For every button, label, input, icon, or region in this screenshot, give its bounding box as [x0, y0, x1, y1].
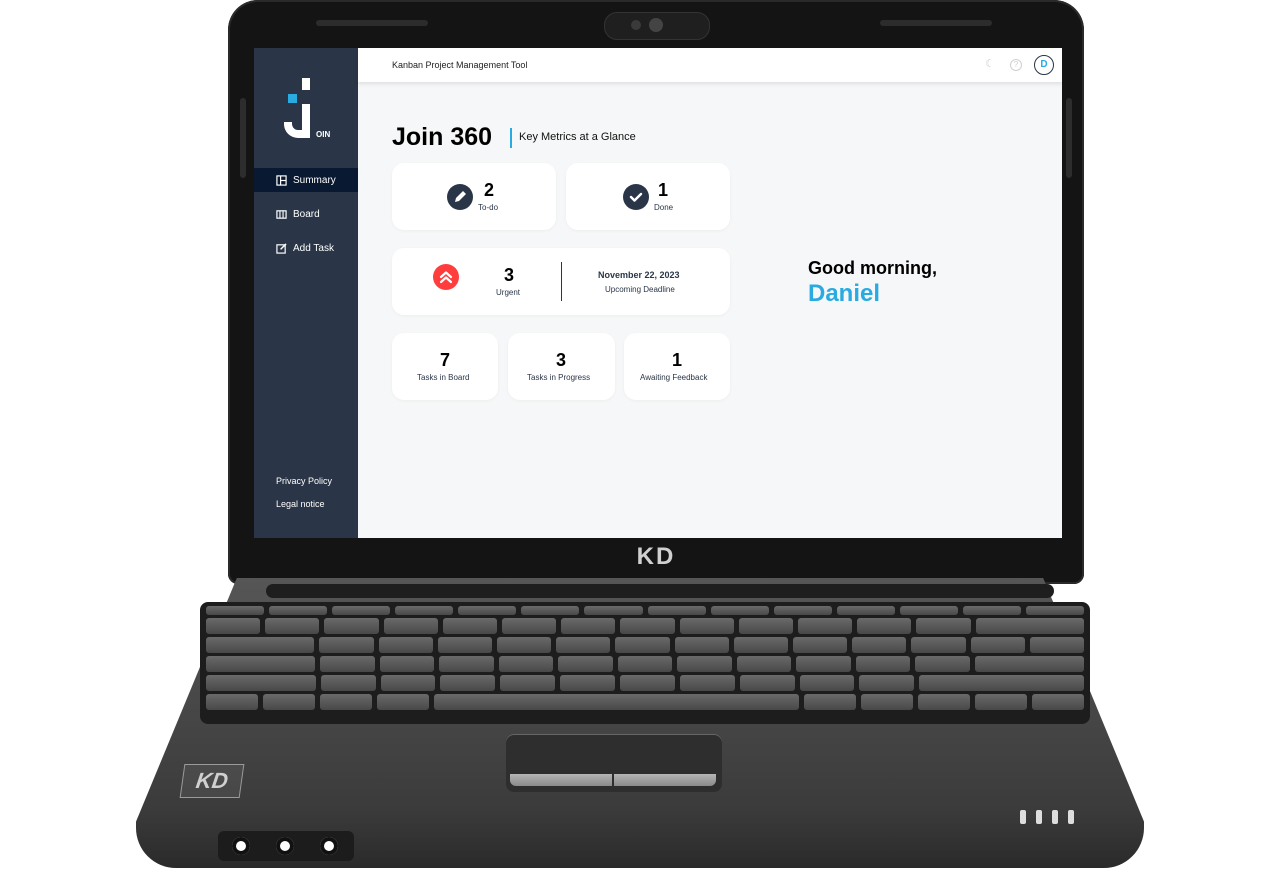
join-logo[interactable]: OIN [282, 76, 331, 146]
sidebar: OIN Summary Board Add Task Privacy Polic… [254, 48, 358, 538]
greeting-name: Daniel [808, 280, 881, 307]
tasks-in-board-label: Tasks in Board [417, 373, 470, 382]
logo-suffix: OIN [316, 130, 331, 139]
led [1036, 810, 1042, 824]
title-divider [510, 128, 512, 148]
led [1020, 810, 1026, 824]
logo-dot [302, 78, 310, 90]
top-bar: Kanban Project Management Tool ☾ ? D [358, 48, 1062, 82]
app-title: Kanban Project Management Tool [392, 60, 528, 70]
port [320, 837, 338, 855]
checkmark-icon [623, 184, 649, 210]
done-count: 1 [658, 180, 669, 200]
touchpad-right-button [614, 774, 716, 786]
port [232, 837, 250, 855]
logo-square [288, 94, 297, 103]
tasks-in-progress-count: 3 [556, 350, 567, 370]
done-label: Done [654, 203, 674, 212]
done-card[interactable]: 1 Done [566, 163, 730, 230]
audio-ports [218, 831, 354, 861]
logo-hook [284, 122, 310, 138]
tasks-in-progress-label: Tasks in Progress [527, 373, 591, 382]
tasks-in-progress-card[interactable]: 3 Tasks in Progress [508, 333, 615, 400]
urgent-card[interactable]: 3 Urgent November 22, 2023 Upcoming Dead… [392, 248, 730, 315]
moon-icon[interactable]: ☾ [984, 58, 996, 70]
sidebar-item-label: Add Task [293, 242, 334, 254]
keyboard [200, 602, 1090, 724]
urgent-divider [561, 262, 562, 301]
pencil-icon [447, 184, 473, 210]
sidebar-item-board[interactable]: Board [254, 202, 358, 226]
priority-urgent-icon [433, 264, 459, 290]
privacy-policy-link[interactable]: Privacy Policy [276, 476, 332, 486]
add-task-icon [276, 242, 287, 254]
todo-label: To-do [478, 203, 499, 212]
sidebar-item-add-task[interactable]: Add Task [254, 236, 358, 260]
awaiting-feedback-card[interactable]: 1 Awaiting Feedback [624, 333, 730, 400]
hinge-bar [266, 584, 1054, 598]
sidebar-item-label: Board [293, 208, 320, 220]
lid-edge-left [240, 98, 246, 178]
deadline-label: Upcoming Deadline [605, 285, 675, 294]
sidebar-item-summary[interactable]: Summary [254, 168, 358, 192]
led [1068, 810, 1074, 824]
avatar[interactable]: D [1034, 55, 1054, 75]
sidebar-item-label: Summary [293, 174, 336, 186]
greeting-text: Good morning, [808, 258, 937, 278]
board-icon [276, 209, 287, 219]
speaker-grille-left [316, 20, 428, 26]
webcam-lens [649, 18, 663, 32]
tasks-in-board-card[interactable]: 7 Tasks in Board [392, 333, 498, 400]
laptop-badge: KD [179, 764, 245, 798]
todo-count: 2 [484, 180, 495, 200]
urgent-count: 3 [504, 265, 515, 285]
webcam [604, 12, 710, 40]
laptop-brand: KD [636, 543, 676, 570]
port [276, 837, 294, 855]
page-title: Join 360 [392, 123, 493, 151]
page-subtitle: Key Metrics at a Glance [519, 131, 636, 143]
legal-notice-link[interactable]: Legal notice [276, 499, 325, 509]
speaker-grille-right [880, 20, 992, 26]
app-screen: OIN Summary Board Add Task Privacy Polic… [254, 48, 1062, 538]
webcam-led [631, 20, 641, 30]
awaiting-feedback-count: 1 [672, 350, 683, 370]
summary-icon [276, 174, 287, 186]
deadline-date: November 22, 2023 [598, 270, 680, 280]
todo-card[interactable]: 2 To-do [392, 163, 556, 230]
tasks-in-board-count: 7 [440, 350, 451, 370]
urgent-label: Urgent [496, 288, 521, 297]
led [1052, 810, 1058, 824]
status-leds [1020, 810, 1080, 826]
awaiting-feedback-label: Awaiting Feedback [640, 373, 708, 382]
touchpad [506, 734, 722, 792]
help-icon[interactable]: ? [1010, 59, 1022, 71]
touchpad-left-button [510, 774, 612, 786]
lid-edge-right [1066, 98, 1072, 178]
